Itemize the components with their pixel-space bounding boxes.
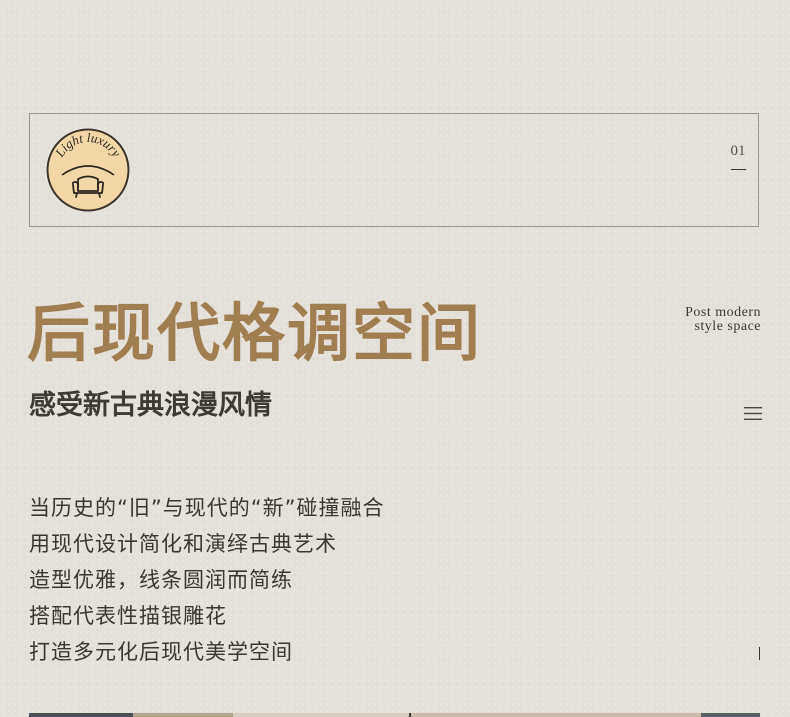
description-line: 用现代设计简化和演绎古典艺术 [29,532,337,556]
menu-icon[interactable] [744,406,762,421]
english-subtitle-line-2: style space [694,319,761,334]
page-subtitle: 感受新古典浪漫风情 [29,390,272,421]
description-line: 当历史的“旧”与现代的“新”碰撞融合 [29,496,385,520]
page-number-underline [731,169,746,170]
description-text: 当历史的“旧”与现代的“新”碰撞融合 用现代设计简化和演绎古典艺术 造型优雅，线… [29,490,385,670]
light-luxury-badge: Light luxury [46,128,130,212]
description-line: 打造多元化后现代美学空间 [29,640,293,664]
english-subtitle: Post modern style space [685,306,761,334]
description-line: 造型优雅，线条圆润而简练 [29,568,293,592]
scroll-indicator [759,647,760,660]
description-line: 搭配代表性描银雕花 [29,604,227,628]
page-number: 01 [730,143,746,159]
english-subtitle-line-1: Post modern [685,305,761,320]
page-title: 后现代格调空间 [27,296,482,370]
image-strip-top-edge [29,713,760,717]
header-frame [29,113,759,227]
